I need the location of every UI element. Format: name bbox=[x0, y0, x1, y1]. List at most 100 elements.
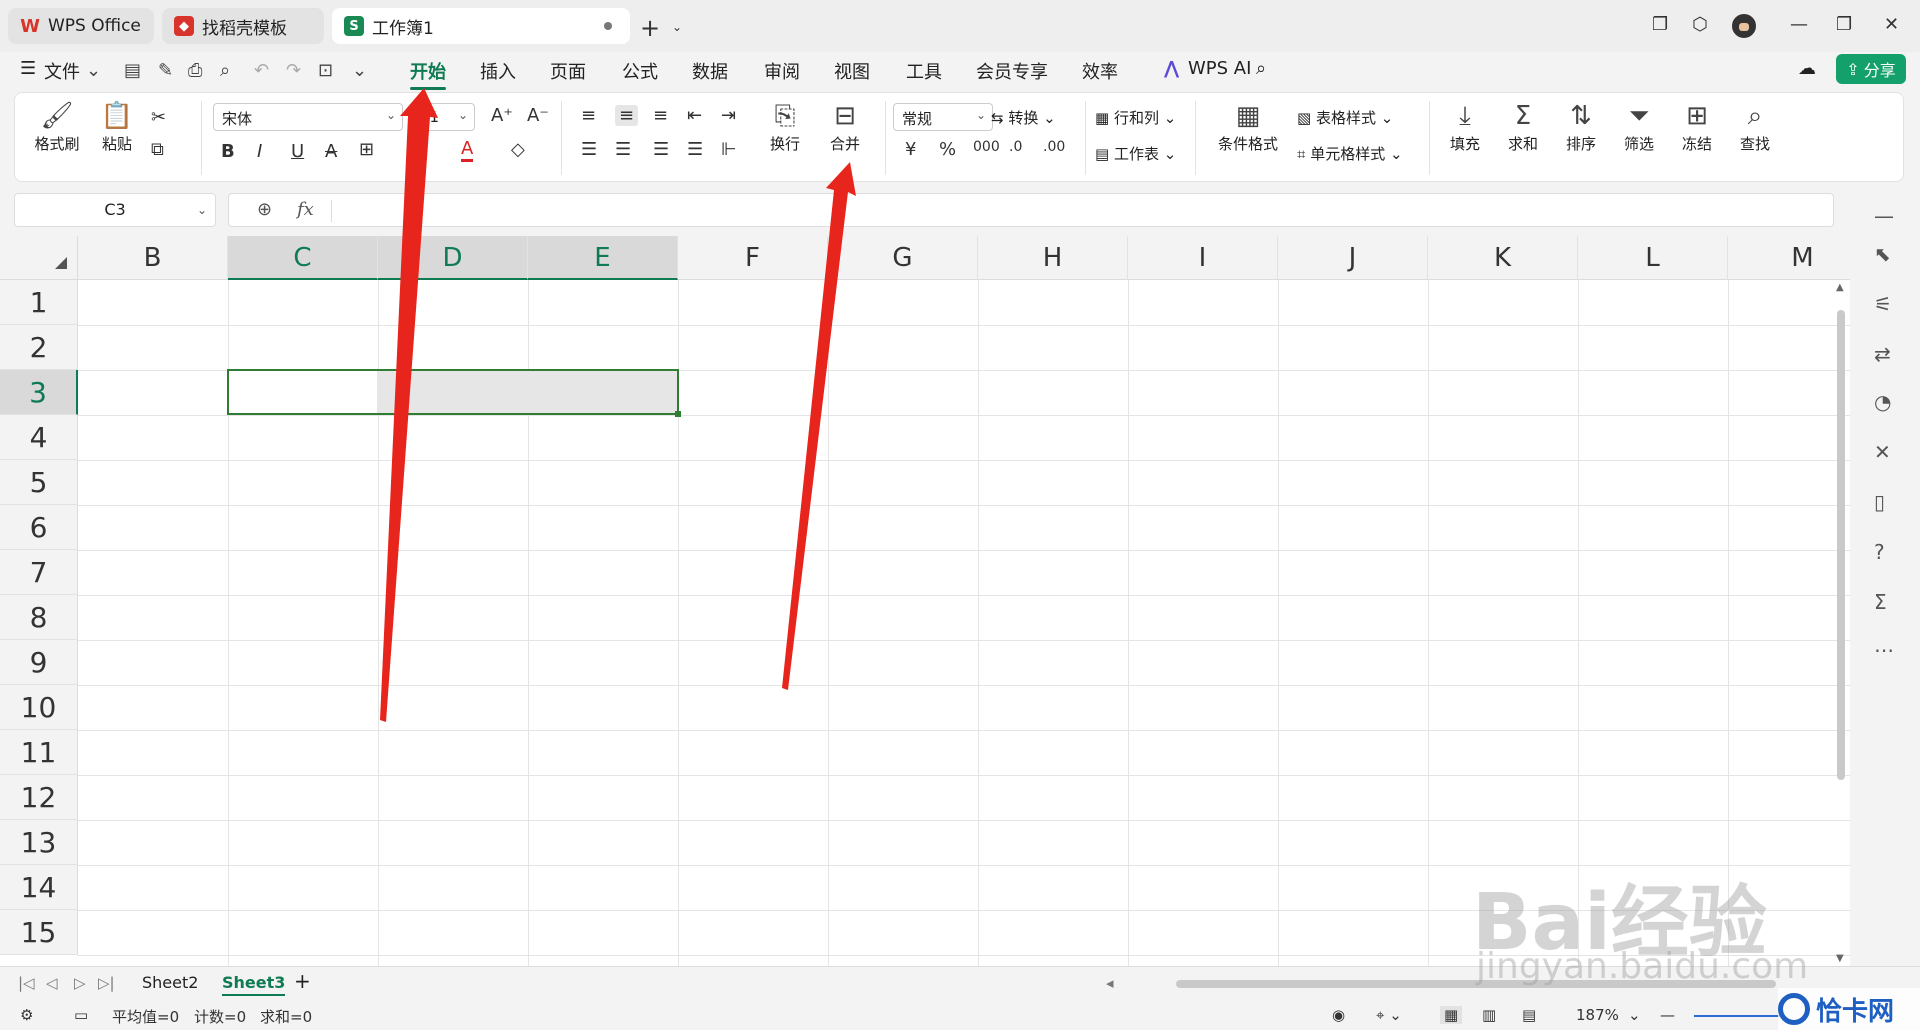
distribute-icon[interactable]: ⊩ bbox=[721, 139, 737, 160]
column-header-g[interactable]: G bbox=[828, 236, 978, 280]
prev-sheet-icon[interactable]: ◁ bbox=[46, 974, 58, 992]
menu-tools[interactable]: 工具 bbox=[906, 58, 942, 84]
scroll-up-icon[interactable]: ▲ bbox=[1836, 282, 1844, 293]
scroll-thumb[interactable] bbox=[1837, 310, 1845, 780]
page-layout-icon[interactable]: ▥ bbox=[1482, 1006, 1496, 1024]
row-header-11[interactable]: 11 bbox=[0, 730, 78, 775]
book-search-icon[interactable]: ▯ bbox=[1874, 490, 1885, 514]
sort-button[interactable]: ⇅ 排序 bbox=[1551, 99, 1611, 154]
sheet-tab-sheet3[interactable]: Sheet3 bbox=[222, 973, 286, 996]
italic-icon[interactable]: I bbox=[257, 141, 262, 162]
align-right-icon[interactable]: ☰ bbox=[653, 139, 669, 160]
collapse-icon[interactable]: — bbox=[1874, 204, 1894, 228]
tools-icon[interactable]: ✕ bbox=[1874, 440, 1891, 464]
increase-font-icon[interactable]: A⁺ bbox=[491, 105, 513, 126]
scroll-left-icon[interactable]: ◂ bbox=[1106, 974, 1114, 992]
number-format-select[interactable]: 常规 ⌄ bbox=[893, 103, 993, 131]
convert-button[interactable]: ⇆ 转换 ⌄ bbox=[991, 107, 1056, 128]
bold-icon[interactable]: B bbox=[221, 141, 235, 162]
percent-icon[interactable]: % bbox=[939, 139, 956, 160]
row-header-3[interactable]: 3 bbox=[0, 370, 78, 415]
cube-icon[interactable]: ⬡ bbox=[1692, 14, 1708, 35]
spreadsheet-grid[interactable]: BCDEFGHIJKLM 1 2 3 4 5 6 7 8 9 10 11 12 13 14 15 ▲ ▼ bbox=[0, 236, 1850, 966]
column-header-f[interactable]: F bbox=[678, 236, 828, 280]
filter-button[interactable]: ⏷ 筛选 bbox=[1609, 99, 1669, 154]
menu-view[interactable]: 视图 bbox=[834, 58, 870, 84]
restore-icon[interactable]: ❐ bbox=[1836, 14, 1852, 35]
menu-review[interactable]: 审阅 bbox=[764, 58, 800, 84]
cell-style-button[interactable]: ⌗ 单元格样式 ⌄ bbox=[1297, 143, 1403, 164]
eraser-icon[interactable]: ◇ bbox=[511, 139, 525, 160]
column-header-k[interactable]: K bbox=[1428, 236, 1578, 280]
row-header-7[interactable]: 7 bbox=[0, 550, 78, 595]
decimal-increase-icon[interactable]: .0 bbox=[1009, 139, 1022, 155]
font-name-select[interactable]: 宋体 ⌄ bbox=[213, 103, 403, 131]
align-bottom-icon[interactable]: ≡ bbox=[653, 105, 668, 126]
close-icon[interactable]: ✕ bbox=[1884, 14, 1899, 35]
zoom-out-icon[interactable]: — bbox=[1660, 1006, 1675, 1024]
wps-ai-logo-icon[interactable]: ⋀ bbox=[1164, 58, 1179, 79]
column-header-m[interactable]: M bbox=[1728, 236, 1850, 280]
fill-button[interactable]: ⤓ 填充 bbox=[1435, 99, 1495, 154]
more-icon[interactable]: ⋯ bbox=[1874, 638, 1894, 662]
select-pointer-icon[interactable]: ⬉ bbox=[1874, 242, 1891, 266]
cut-icon[interactable]: ✂ bbox=[151, 107, 166, 128]
add-sheet-icon[interactable]: + bbox=[294, 969, 311, 993]
next-sheet-icon[interactable]: ▷ bbox=[74, 974, 86, 992]
zoom-search-icon[interactable]: ⊕ bbox=[257, 199, 272, 220]
column-header-l[interactable]: L bbox=[1578, 236, 1728, 280]
minimize-icon[interactable]: — bbox=[1790, 14, 1808, 35]
indent-increase-icon[interactable]: ⇥ bbox=[721, 105, 736, 126]
menu-insert[interactable]: 插入 bbox=[480, 58, 516, 84]
font-color-icon[interactable]: A bbox=[461, 139, 474, 162]
format-painter-button[interactable]: 🖌 格式刷 bbox=[27, 99, 87, 154]
help-icon[interactable]: ? bbox=[1874, 540, 1885, 564]
align-left-icon[interactable]: ☰ bbox=[581, 139, 597, 160]
vertical-scrollbar[interactable]: ▲ ▼ bbox=[1834, 280, 1848, 966]
align-middle-icon[interactable]: ≡ bbox=[615, 105, 639, 126]
row-header-2[interactable]: 2 bbox=[0, 325, 78, 370]
format-brush-icon[interactable]: ✎ bbox=[158, 60, 173, 81]
menu-wps-ai[interactable]: WPS AI bbox=[1188, 58, 1251, 79]
sheet-tab-sheet2[interactable]: Sheet2 bbox=[142, 973, 198, 992]
align-top-icon[interactable]: ≡ bbox=[581, 105, 596, 126]
row-header-6[interactable]: 6 bbox=[0, 505, 78, 550]
formula-bar[interactable]: ⊕ fx bbox=[228, 193, 1834, 227]
chevron-down-icon[interactable]: ⌄ bbox=[1628, 1006, 1641, 1024]
column-header-e[interactable]: E bbox=[528, 236, 678, 280]
column-header-h[interactable]: H bbox=[978, 236, 1128, 280]
indent-decrease-icon[interactable]: ⇤ bbox=[687, 105, 702, 126]
column-header-c[interactable]: C bbox=[228, 236, 378, 280]
column-header-d[interactable]: D bbox=[378, 236, 528, 280]
freeze-button[interactable]: ⊞ 冻结 bbox=[1667, 99, 1727, 154]
avatar[interactable] bbox=[1730, 12, 1758, 40]
select-all-corner[interactable] bbox=[0, 236, 78, 280]
chevron-down-icon[interactable]: ⌄ bbox=[672, 20, 682, 34]
macro-icon[interactable]: ⚙ bbox=[20, 1006, 33, 1024]
currency-icon[interactable]: ¥ bbox=[905, 139, 916, 160]
table-style-button[interactable]: ▧ 表格样式 ⌄ bbox=[1297, 107, 1393, 128]
menu-data[interactable]: 数据 bbox=[692, 58, 728, 84]
conditional-format-button[interactable]: ▦ 条件格式 bbox=[1211, 99, 1285, 154]
settings-sliders-icon[interactable]: ⚟ bbox=[1874, 292, 1892, 316]
menu-page[interactable]: 页面 bbox=[550, 58, 586, 84]
strikethrough-icon[interactable]: A bbox=[325, 141, 337, 162]
redo-icon[interactable]: ↷ bbox=[286, 60, 301, 81]
border-icon[interactable]: ⊞ bbox=[359, 139, 374, 160]
wrap-text-button[interactable]: ⎘ 换行 bbox=[755, 99, 815, 154]
row-header-5[interactable]: 5 bbox=[0, 460, 78, 505]
row-header-4[interactable]: 4 bbox=[0, 415, 78, 460]
window-layout-icon[interactable]: ❐ bbox=[1652, 14, 1668, 35]
ai-chart-icon[interactable]: ◔ bbox=[1874, 390, 1891, 414]
transfer-icon[interactable]: ⇄ bbox=[1874, 342, 1891, 366]
active-cell[interactable] bbox=[229, 371, 377, 413]
merge-button[interactable]: ⊟ 合并 bbox=[815, 99, 875, 154]
chevron-down-icon[interactable]: ⌄ bbox=[86, 60, 101, 81]
justify-icon[interactable]: ☰ bbox=[687, 139, 703, 160]
tab-workbook[interactable]: S 工作簿1 bbox=[332, 8, 630, 44]
row-header-12[interactable]: 12 bbox=[0, 775, 78, 820]
undo-icon[interactable]: ↶ bbox=[254, 60, 269, 81]
align-center-icon[interactable]: ☰ bbox=[615, 139, 631, 160]
paste-button[interactable]: 📋 粘贴 bbox=[87, 99, 147, 154]
selected-range[interactable] bbox=[227, 369, 681, 417]
